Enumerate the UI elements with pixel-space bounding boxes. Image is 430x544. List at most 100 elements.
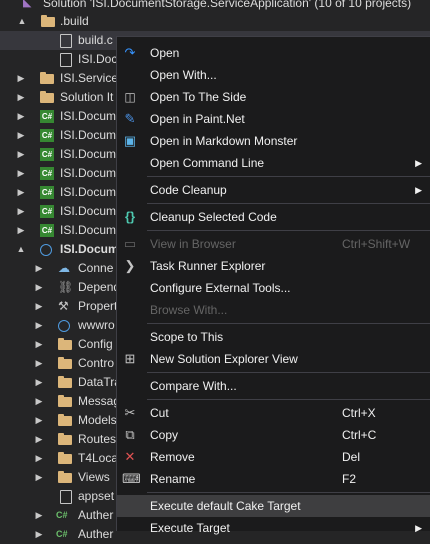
csproj-icon: C# xyxy=(40,205,54,218)
menu-item-label: Open xyxy=(150,46,180,60)
tree-item-label: appset xyxy=(78,489,115,503)
menu-item-view-in-browser[interactable]: ▭ View in Browser Ctrl+Shift+W xyxy=(117,233,430,255)
web-project-icon xyxy=(40,244,52,256)
folder-icon xyxy=(40,91,54,103)
expander-icon[interactable]: ▶ xyxy=(33,449,45,468)
menu-separator xyxy=(147,399,430,400)
tree-item-label: ISI.Docum xyxy=(60,223,117,237)
menu-item-open-command-line[interactable]: Open Command Line ▶ xyxy=(117,152,430,174)
menu-item-label: View in Browser xyxy=(150,237,236,251)
menu-item-open-to-side[interactable]: ◫ Open To The Side xyxy=(117,86,430,108)
menu-item-label: Execute default Cake Target xyxy=(150,499,301,513)
menu-item-new-solution-explorer-view[interactable]: ⊞ New Solution Explorer View xyxy=(117,348,430,370)
menu-item-label: Code Cleanup xyxy=(150,183,227,197)
menu-item-open[interactable]: ↷ Open xyxy=(117,42,430,64)
tree-item-label: Auther xyxy=(78,508,114,522)
expander-icon[interactable]: ▶ xyxy=(15,164,27,183)
tree-item-label: ISI.Docum xyxy=(60,147,117,161)
open-arrow-icon: ↷ xyxy=(124,45,136,60)
expander-icon[interactable]: ▶ xyxy=(15,69,27,88)
expander-icon[interactable]: ▶ xyxy=(33,430,45,449)
menu-item-label: Cleanup Selected Code xyxy=(150,210,277,224)
csharp-file-icon: C# xyxy=(56,510,68,520)
expander-icon[interactable]: ▶ xyxy=(33,506,45,525)
expander-icon[interactable]: ▶ xyxy=(15,183,27,202)
tree-item-label: build.c xyxy=(78,33,113,47)
file-icon xyxy=(60,34,72,48)
tree-item-label: T4Loca xyxy=(78,451,119,465)
csproj-icon: C# xyxy=(40,129,54,142)
folder-icon xyxy=(40,72,54,84)
expander-icon[interactable]: ▶ xyxy=(33,335,45,354)
menu-item-remove[interactable]: ✕ Remove Del xyxy=(117,446,430,468)
menu-item-copy[interactable]: ⧉ Copy Ctrl+C xyxy=(117,424,430,446)
tree-item-label: ISI.Docum xyxy=(60,166,117,180)
menu-item-open-markdown-monster[interactable]: ▣ Open in Markdown Monster xyxy=(117,130,430,152)
context-menu: ↷ Open Open With... ◫ Open To The Side ✎… xyxy=(116,36,430,535)
menu-item-cleanup-selected-code[interactable]: {} Cleanup Selected Code xyxy=(117,206,430,228)
expander-icon[interactable]: ▶ xyxy=(15,107,27,126)
rename-icon: ⌨ xyxy=(122,471,141,486)
tree-item-label: ISI.Services xyxy=(60,71,125,85)
tree-item-label: ISI.Docum xyxy=(60,185,117,199)
connected-services-icon: ☁ xyxy=(58,261,70,275)
menu-item-rename[interactable]: ⌨ Rename F2 xyxy=(117,468,430,490)
menu-item-code-cleanup[interactable]: Code Cleanup ▶ xyxy=(117,179,430,201)
menu-item-label: Open With... xyxy=(150,68,217,82)
scissors-icon: ✂ xyxy=(124,405,136,420)
expander-icon[interactable]: ▶ xyxy=(15,126,27,145)
expander-icon[interactable]: ▶ xyxy=(33,468,45,487)
menu-item-label: Copy xyxy=(150,428,179,442)
expander-icon[interactable]: ▶ xyxy=(15,145,27,164)
menu-item-task-runner-explorer[interactable]: ❯ Task Runner Explorer xyxy=(117,255,430,277)
expander-icon[interactable]: ▶ xyxy=(15,88,27,107)
menu-item-shortcut: Ctrl+C xyxy=(342,428,377,442)
expander-icon[interactable]: ▶ xyxy=(33,297,45,316)
folder-icon xyxy=(58,471,72,483)
menu-item-execute-target[interactable]: Execute Target ▶ xyxy=(117,517,430,539)
menu-item-compare-with[interactable]: Compare With... xyxy=(117,375,430,397)
submenu-arrow-icon: ▶ xyxy=(415,185,422,195)
menu-item-cut[interactable]: ✂ Cut Ctrl+X xyxy=(117,402,430,424)
menu-item-label: Open in Markdown Monster xyxy=(150,134,298,148)
expander-icon[interactable]: ▲ xyxy=(16,12,28,31)
copy-icon: ⧉ xyxy=(125,427,135,442)
menu-item-open-with[interactable]: Open With... xyxy=(117,64,430,86)
expander-icon[interactable]: ▶ xyxy=(33,316,45,335)
expander-icon[interactable]: ▲ xyxy=(15,240,27,259)
browser-icon: ▭ xyxy=(123,236,137,251)
expander-icon[interactable]: ▶ xyxy=(15,202,27,221)
tree-item-label: Solution It xyxy=(60,90,114,104)
expander-icon[interactable]: ▶ xyxy=(33,373,45,392)
expander-icon[interactable]: ▶ xyxy=(33,392,45,411)
folder-icon xyxy=(58,357,72,369)
expander-icon[interactable]: ▶ xyxy=(33,525,45,544)
menu-item-open-paint-net[interactable]: ✎ Open in Paint.Net xyxy=(117,108,430,130)
menu-item-scope-to-this[interactable]: Scope to This xyxy=(117,326,430,348)
expander-icon[interactable]: ▶ xyxy=(33,259,45,278)
expander-icon[interactable]: ▶ xyxy=(15,221,27,240)
tree-item-label: Messag xyxy=(78,394,121,408)
menu-item-shortcut: F2 xyxy=(342,472,357,486)
menu-separator xyxy=(147,323,430,324)
menu-item-execute-default-cake-target[interactable]: Execute default Cake Target xyxy=(117,495,430,517)
menu-separator xyxy=(147,230,430,231)
expander-icon[interactable]: ▶ xyxy=(33,411,45,430)
tree-item-label: Propert xyxy=(78,299,118,313)
menu-item-browse-with[interactable]: Browse With... xyxy=(117,299,430,321)
menu-item-configure-external-tools[interactable]: Configure External Tools... xyxy=(117,277,430,299)
tree-item-label: Models xyxy=(78,413,117,427)
expander-icon[interactable]: ▶ xyxy=(33,354,45,373)
tree-item-build-folder[interactable]: ▲ .build xyxy=(0,12,430,31)
menu-item-label: Task Runner Explorer xyxy=(150,259,266,273)
tree-item-label: ISI.Docum xyxy=(60,204,117,218)
expander-icon[interactable]: ▶ xyxy=(33,278,45,297)
dependencies-icon: ⛓ xyxy=(58,280,74,294)
folder-icon xyxy=(58,376,72,388)
menu-item-label: Configure External Tools... xyxy=(150,281,291,295)
tree-item-label: Routes xyxy=(78,432,117,446)
tree-item-label: Depend xyxy=(78,280,121,294)
file-icon xyxy=(60,53,72,67)
menu-item-label: Compare With... xyxy=(150,379,237,393)
tree-item-label: Config xyxy=(78,337,113,351)
